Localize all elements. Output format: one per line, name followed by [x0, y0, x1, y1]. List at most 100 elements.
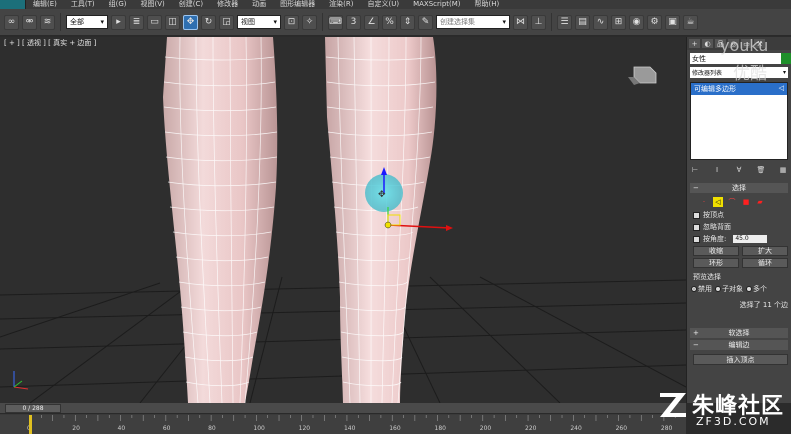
- track-tick-label: 80: [208, 425, 216, 432]
- shrink-button[interactable]: 收缩: [693, 246, 739, 256]
- select-move-icon[interactable]: ✥: [183, 14, 198, 30]
- schematic-view-icon[interactable]: ⊞: [611, 14, 626, 30]
- angle-snap-icon[interactable]: ∠: [364, 14, 379, 30]
- track-tick-label: 60: [163, 425, 171, 432]
- reference-coord-dropdown[interactable]: 视图 ▾: [237, 15, 281, 29]
- loop-button[interactable]: 循环: [742, 258, 788, 268]
- edge-subobject-icon: ◁: [778, 84, 784, 92]
- track-tick-label: 200: [480, 425, 492, 432]
- zf3d-url: ZF3D.COM: [696, 415, 771, 428]
- polygon-level-icon[interactable]: ■: [741, 197, 751, 207]
- viewcube[interactable]: [628, 66, 657, 85]
- keyboard-shortcut-icon[interactable]: ⌨: [328, 14, 343, 30]
- menu-group[interactable]: 组(G): [102, 0, 134, 9]
- border-level-icon[interactable]: ⌒: [727, 197, 737, 207]
- modifier-stack[interactable]: 可编辑多边形 ◁: [690, 82, 788, 160]
- insert-vertex-button[interactable]: 插入顶点: [693, 354, 788, 365]
- pin-stack-icon[interactable]: ⊢: [690, 166, 700, 176]
- remove-modifier-icon[interactable]: 🗑: [756, 166, 766, 176]
- select-manipulate-icon[interactable]: ✧: [302, 14, 317, 30]
- object-color-swatch[interactable]: [781, 53, 791, 64]
- layer-manager-icon[interactable]: ☰: [557, 14, 572, 30]
- stack-item-label: 可编辑多边形: [694, 85, 736, 93]
- select-scale-icon[interactable]: ◲: [219, 14, 234, 30]
- stack-controls: ⊢ Ⅰ ∀ 🗑 ▦: [690, 166, 788, 177]
- menu-edit[interactable]: 编辑(E): [26, 0, 64, 9]
- rendered-frame-icon[interactable]: ▣: [665, 14, 680, 30]
- menu-tools[interactable]: 工具(T): [64, 0, 102, 9]
- tab-create[interactable]: +: [689, 39, 700, 48]
- menu-graph-editors[interactable]: 图形编辑器: [273, 0, 322, 9]
- select-by-name-icon[interactable]: ≣: [129, 14, 144, 30]
- edit-named-selection-icon[interactable]: ✎: [418, 14, 433, 30]
- rect-selection-icon[interactable]: ▭: [147, 14, 162, 30]
- percent-snap-icon[interactable]: %: [382, 14, 397, 30]
- by-vertex-label: 按顶点: [703, 211, 724, 219]
- track-bar[interactable]: 0 20 40 60 80 100 120 140 160 180 200 220 240 260 280: [0, 415, 686, 434]
- menu-animation[interactable]: 动画: [245, 0, 273, 9]
- pivot-center-icon[interactable]: ⊡: [284, 14, 299, 30]
- ignore-backfacing-checkbox[interactable]: 忽略背面: [693, 222, 788, 232]
- menu-view[interactable]: 视图(V): [134, 0, 172, 9]
- timeline: 0 / 288 0 20 40 60 80 100 120 140 160 180 200 220 24…: [0, 403, 686, 434]
- selection-filter-dropdown[interactable]: 全部 ▾: [66, 15, 108, 29]
- ring-button[interactable]: 环形: [693, 258, 739, 268]
- soft-selection-rollout-header[interactable]: + 软选择: [690, 328, 788, 338]
- time-slider[interactable]: 0 / 288: [0, 403, 686, 414]
- app-logo-icon[interactable]: [0, 0, 26, 9]
- right-leg-mesh[interactable]: [325, 37, 437, 403]
- align-icon[interactable]: ⊥: [531, 14, 546, 30]
- select-rotate-icon[interactable]: ↻: [201, 14, 216, 30]
- selection-rollout-header[interactable]: − 选择: [690, 183, 788, 193]
- menu-help[interactable]: 帮助(H): [468, 0, 507, 9]
- grow-button[interactable]: 扩大: [742, 246, 788, 256]
- spinner-snap-icon[interactable]: ⇕: [400, 14, 415, 30]
- main-toolbar: ∞ ⚮ ≋ 全部 ▾ ▸ ≣ ▭ ◫ ✥ ↻ ◲ 视图 ▾ ⊡ ✧ ⌨ 3 ∠ % …: [0, 9, 791, 36]
- mirror-icon[interactable]: ⋈: [513, 14, 528, 30]
- angle-spinner[interactable]: 45.0: [733, 235, 768, 243]
- edge-level-icon[interactable]: ◁: [713, 197, 723, 207]
- render-setup-icon[interactable]: ⚙: [647, 14, 662, 30]
- by-angle-label: 按角度:: [703, 235, 727, 243]
- make-unique-icon[interactable]: ∀: [734, 166, 744, 176]
- menu-create[interactable]: 创建(C): [172, 0, 210, 9]
- element-level-icon[interactable]: ▰: [755, 197, 765, 207]
- toolbar-divider: [551, 13, 552, 31]
- perspective-viewport[interactable]: ✥ [ + ] [ 透视 ] [ 真实 + 边面 ]: [0, 37, 686, 403]
- checkbox-box: [693, 235, 700, 243]
- by-angle-checkbox[interactable]: 按角度: 45.0: [693, 234, 788, 244]
- preview-selection-radios: 禁用 子对象 多个: [691, 284, 788, 294]
- snap-toggle-icon[interactable]: 3: [346, 14, 361, 30]
- tab-modify[interactable]: ◐: [702, 39, 713, 48]
- stack-item-editable-poly[interactable]: 可编辑多边形 ◁: [691, 83, 787, 95]
- left-leg-mesh[interactable]: [163, 37, 278, 403]
- curve-editor-icon[interactable]: ∿: [593, 14, 608, 30]
- link-icon[interactable]: ∞: [4, 14, 19, 30]
- edit-edges-rollout-header[interactable]: − 编辑边: [690, 340, 788, 350]
- material-editor-icon[interactable]: ◉: [629, 14, 644, 30]
- radio-multi[interactable]: 多个: [746, 284, 767, 294]
- window-crossing-icon[interactable]: ◫: [165, 14, 180, 30]
- track-tick-label: 120: [299, 425, 311, 432]
- show-end-result-icon[interactable]: Ⅰ: [712, 166, 722, 176]
- menu-maxscript[interactable]: MAXScript(M): [406, 0, 467, 9]
- ribbon-icon[interactable]: ▤: [575, 14, 590, 30]
- unlink-icon[interactable]: ⚮: [22, 14, 37, 30]
- collapse-icon: −: [693, 184, 699, 192]
- menu-customize[interactable]: 自定义(U): [360, 0, 406, 9]
- select-object-icon[interactable]: ▸: [111, 14, 126, 30]
- vertex-level-icon[interactable]: ·: [699, 197, 709, 207]
- radio-disabled[interactable]: 禁用: [691, 284, 712, 294]
- render-production-icon[interactable]: ☕: [683, 14, 698, 30]
- current-frame-marker[interactable]: [29, 415, 32, 434]
- named-selection-dropdown[interactable]: 创建选择集 ▾: [436, 15, 510, 29]
- by-vertex-checkbox[interactable]: 按顶点: [693, 210, 788, 220]
- time-slider-thumb[interactable]: 0 / 288: [5, 404, 61, 413]
- preview-selection-label: 预览选择: [693, 273, 721, 281]
- configure-sets-icon[interactable]: ▦: [778, 166, 788, 176]
- bind-spacewarp-icon[interactable]: ≋: [40, 14, 55, 30]
- radio-subobject[interactable]: 子对象: [715, 284, 743, 294]
- menu-modifiers[interactable]: 修改器: [210, 0, 245, 9]
- viewport-label[interactable]: [ + ] [ 透视 ] [ 真实 + 边面 ]: [4, 38, 96, 48]
- menu-rendering[interactable]: 渲染(R): [322, 0, 360, 9]
